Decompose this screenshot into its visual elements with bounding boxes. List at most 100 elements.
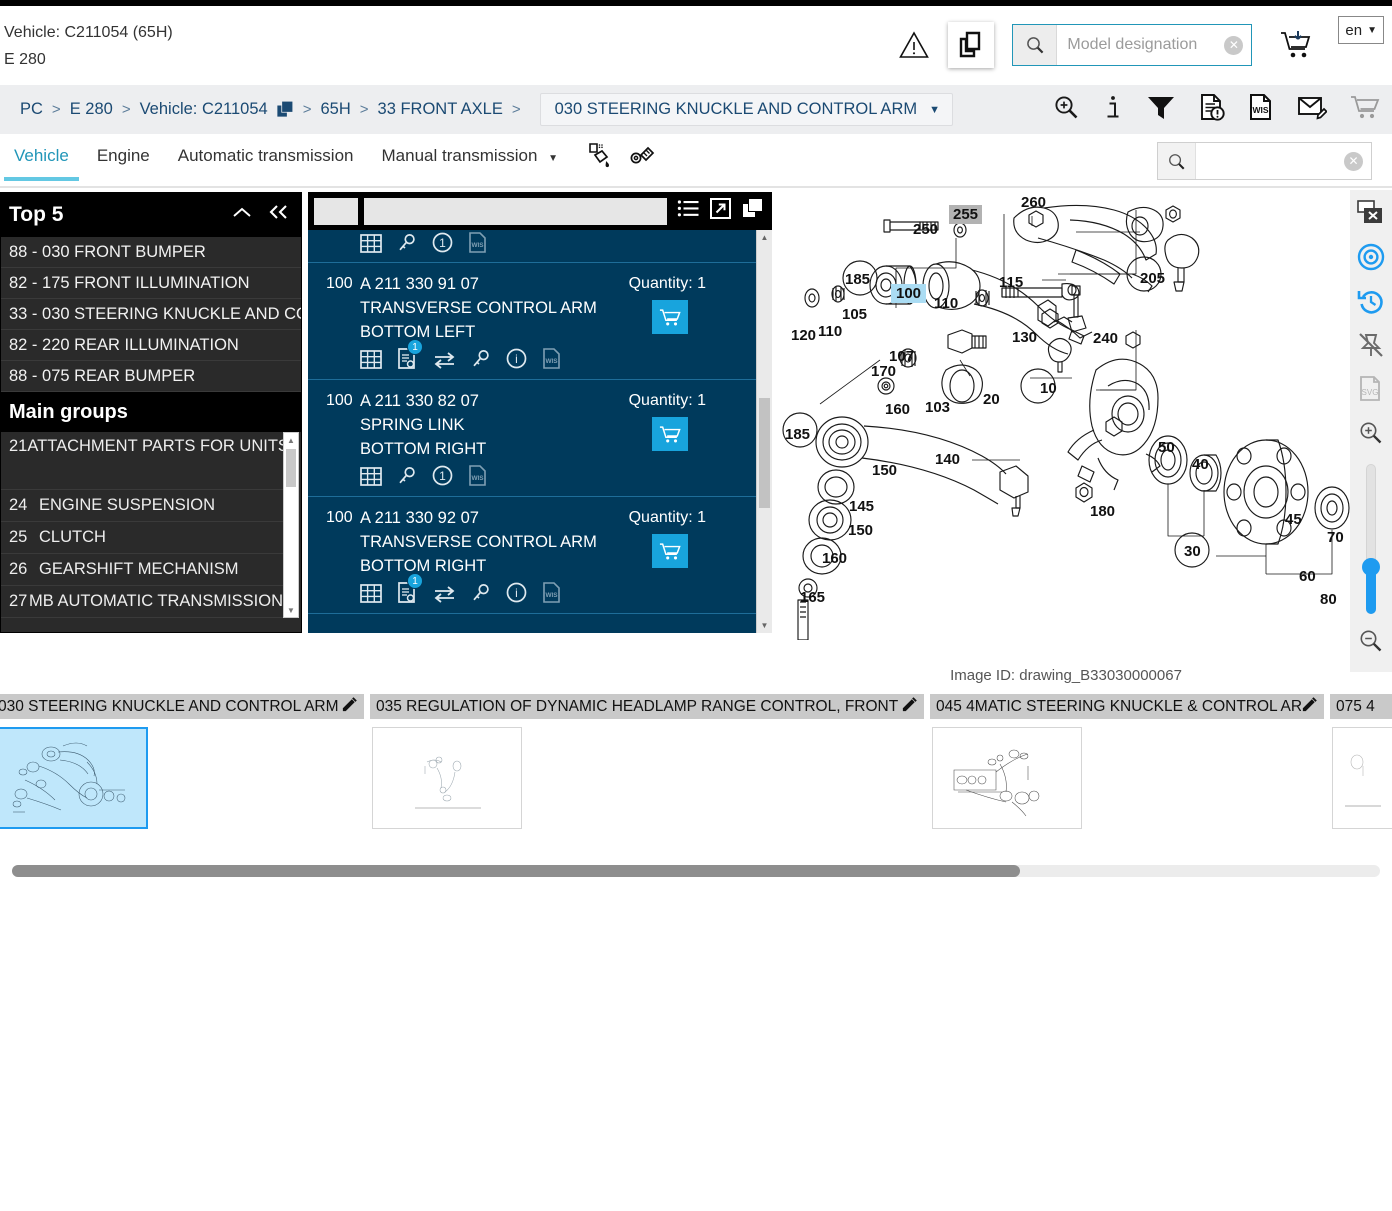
table-icon[interactable] xyxy=(360,350,382,369)
search-icon[interactable] xyxy=(1158,143,1196,179)
main-group-item-27[interactable]: 27 MB AUTOMATIC TRANSMISSION xyxy=(1,586,283,618)
upholstery-code-icon[interactable] xyxy=(629,142,656,174)
top5-item-0[interactable]: 88 - 030 FRONT BUMPER xyxy=(1,237,301,268)
callout-20[interactable]: 20 xyxy=(983,391,1000,408)
callout-240[interactable]: 240 xyxy=(1093,330,1118,347)
callout-120[interactable]: 120 xyxy=(791,327,816,344)
table-row[interactable]: 100 A 211 330 82 07 SPRING LINK BOTTOM R… xyxy=(308,380,756,497)
wis-document-icon[interactable]: WIS xyxy=(468,232,487,253)
callout-185-lower[interactable]: 185 xyxy=(785,426,810,443)
warning-triangle-icon[interactable] xyxy=(894,25,934,65)
breadcrumb-item-4[interactable]: 33 FRONT AXLE xyxy=(378,100,503,119)
exploded-parts-drawing[interactable] xyxy=(776,190,1356,640)
thumbnail-image[interactable] xyxy=(932,727,1082,829)
exchange-arrows-icon[interactable] xyxy=(433,585,456,603)
exchange-arrows-icon[interactable] xyxy=(433,351,456,369)
parts-list-scrollbar[interactable]: ▲ ▼ xyxy=(756,230,772,633)
callout-103[interactable]: 103 xyxy=(925,399,950,416)
list-view-icon[interactable] xyxy=(677,199,700,223)
top5-item-1[interactable]: 82 - 175 FRONT ILLUMINATION xyxy=(1,268,301,299)
breadcrumb-current-dropdown[interactable]: 030 STEERING KNUCKLE AND CONTROL ARM ▼ xyxy=(539,93,953,126)
table-row[interactable]: 100 A 211 330 92 07 TRANSVERSE CONTROL A… xyxy=(308,497,756,614)
edit-icon[interactable] xyxy=(901,696,918,718)
table-icon[interactable] xyxy=(360,234,382,253)
paint-code-icon[interactable] xyxy=(586,142,613,174)
chevron-up-icon[interactable] xyxy=(231,203,253,227)
callout-170[interactable]: 170 xyxy=(871,363,896,380)
parts-search-input-wrap[interactable]: ✕ xyxy=(1196,143,1371,179)
list-item[interactable]: 035 REGULATION OF DYNAMIC HEADLAMP RANGE… xyxy=(370,694,930,829)
callout-150-upper[interactable]: 150 xyxy=(872,462,897,479)
horizontal-scrollbar[interactable] xyxy=(12,865,1380,877)
main-group-item-25[interactable]: 25 CLUTCH xyxy=(1,522,283,554)
zoom-slider[interactable] xyxy=(1362,464,1380,614)
scrollbar-thumb[interactable] xyxy=(12,865,1020,877)
callout-105[interactable]: 105 xyxy=(842,306,867,323)
key-search-icon[interactable] xyxy=(471,583,491,603)
model-search-box[interactable]: ✕ xyxy=(1012,24,1253,66)
info-circle-icon[interactable]: i xyxy=(506,582,527,603)
double-chevron-left-icon[interactable] xyxy=(267,203,291,227)
tab-vehicle[interactable]: Vehicle xyxy=(0,134,83,181)
edit-icon[interactable] xyxy=(1301,696,1318,718)
key-search-icon[interactable] xyxy=(397,233,417,253)
language-selector[interactable]: en ▼ xyxy=(1338,16,1384,44)
key-search-icon[interactable] xyxy=(471,349,491,369)
table-row[interactable]: 1 WIS xyxy=(308,230,756,263)
scrollbar-thumb[interactable] xyxy=(759,398,770,508)
drawing-viewer[interactable]: 255 260 250 185 100 110 115 205 105 120 … xyxy=(776,190,1392,672)
clear-icon[interactable]: ✕ xyxy=(1344,151,1363,171)
main-group-item-24[interactable]: 24 ENGINE SUSPENSION xyxy=(1,490,283,522)
callout-45[interactable]: 45 xyxy=(1285,511,1302,528)
callout-60[interactable]: 60 xyxy=(1299,568,1316,585)
close-window-icon[interactable] xyxy=(1354,196,1388,230)
top5-item-4[interactable]: 88 - 075 REAR BUMPER xyxy=(1,361,301,392)
model-search-input-wrap[interactable]: ✕ xyxy=(1057,25,1252,65)
top5-item-2[interactable]: 33 - 030 STEERING KNUCKLE AND CO... xyxy=(1,299,301,330)
copy-documents-icon[interactable] xyxy=(948,22,995,68)
info-circle-icon[interactable]: i xyxy=(506,348,527,369)
tab-manual-transmission[interactable]: Manual transmission ▼ xyxy=(368,134,573,179)
scroll-down-icon[interactable]: ▼ xyxy=(757,618,772,633)
clear-icon[interactable]: ✕ xyxy=(1224,35,1244,55)
callout-10[interactable]: 10 xyxy=(1040,380,1057,397)
callout-70[interactable]: 70 xyxy=(1327,529,1344,546)
table-row[interactable]: 100 A 211 330 91 07 TRANSVERSE CONTROL A… xyxy=(308,263,756,380)
parts-filter-pos-box[interactable] xyxy=(314,197,358,225)
wis-document-icon[interactable]: WIS xyxy=(468,465,487,486)
callout-185-upper[interactable]: 185 xyxy=(845,271,870,288)
info-icon[interactable] xyxy=(1103,94,1123,126)
main-groups-scrollbar[interactable]: ▲ ▼ xyxy=(283,432,299,618)
breadcrumb-item-1[interactable]: E 280 xyxy=(70,100,113,119)
table-icon[interactable] xyxy=(360,467,382,486)
parts-search-box[interactable]: ✕ xyxy=(1157,142,1372,180)
callout-100[interactable]: 100 xyxy=(891,284,927,303)
callout-260[interactable]: 260 xyxy=(1021,194,1046,211)
edit-icon[interactable] xyxy=(341,696,358,718)
callout-110-upper[interactable]: 110 xyxy=(934,295,958,312)
unpin-icon[interactable] xyxy=(1354,328,1388,362)
info-circle-icon[interactable]: 1 xyxy=(432,465,453,486)
wis-document-icon[interactable]: WIS xyxy=(1248,93,1274,126)
breadcrumb-item-2[interactable]: Vehicle: C211054 xyxy=(140,100,268,119)
thumbnail-image[interactable] xyxy=(0,727,148,829)
scroll-up-icon[interactable]: ▲ xyxy=(757,230,772,245)
callout-130[interactable]: 130 xyxy=(1012,329,1037,346)
add-to-cart-icon[interactable] xyxy=(652,534,688,568)
callout-110-lower[interactable]: 110 xyxy=(818,323,842,340)
tab-engine[interactable]: Engine xyxy=(83,134,164,179)
callout-145[interactable]: 145 xyxy=(849,498,874,515)
callout-250[interactable]: 250 xyxy=(913,221,938,238)
add-to-cart-icon[interactable] xyxy=(1274,22,1320,68)
callout-150-lower[interactable]: 150 xyxy=(848,522,873,539)
callout-255[interactable]: 255 xyxy=(949,205,983,224)
expand-icon[interactable] xyxy=(710,198,731,224)
key-search-icon[interactable] xyxy=(397,466,417,486)
list-item[interactable]: 045 4MATIC STEERING KNUCKLE & CONTROL AR… xyxy=(930,694,1330,829)
copy-documents-icon[interactable] xyxy=(275,100,294,119)
callout-205[interactable]: 205 xyxy=(1140,270,1165,287)
callout-165[interactable]: 165 xyxy=(800,589,825,606)
wis-document-icon[interactable]: WIS xyxy=(542,348,561,369)
document-search-icon[interactable]: 1 xyxy=(397,573,423,603)
thumbnail-image[interactable] xyxy=(372,727,522,829)
